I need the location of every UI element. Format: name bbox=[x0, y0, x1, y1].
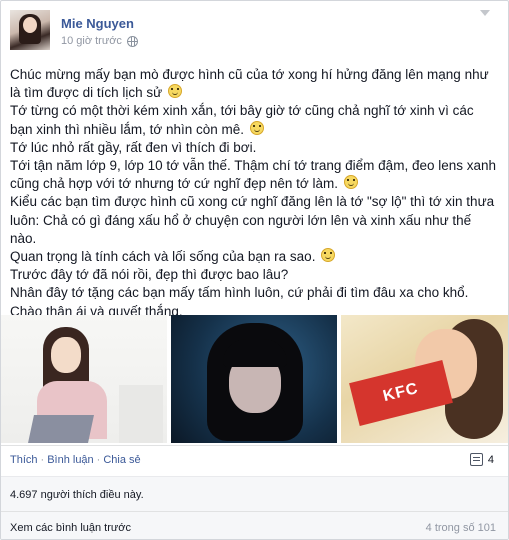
message-line: Nhân đây tớ tặng các bạn mấy tấm hình lu… bbox=[10, 284, 498, 302]
facebook-post: Mie Nguyen 10 giờ trước Chúc mừng mấy bạ… bbox=[0, 0, 509, 540]
post-message: Chúc mừng mấy bạn mò được hình cũ của tớ… bbox=[10, 66, 498, 321]
message-text: Tớ lúc nhỏ rất gầy, rất đen vì thích đi … bbox=[10, 139, 257, 155]
kfc-sign: KFC bbox=[349, 360, 453, 426]
comment-count[interactable]: 4 bbox=[469, 453, 494, 466]
message-line: Trước đây tớ đã nói rồi, đẹp thì được ba… bbox=[10, 266, 498, 284]
message-line: Tới tận năm lớp 9, lớp 10 tớ vẫn thế. Th… bbox=[10, 157, 498, 193]
comment-icon bbox=[469, 453, 483, 466]
photo-3[interactable]: KFC bbox=[341, 315, 508, 443]
photo-subject-bangs bbox=[223, 339, 287, 367]
globe-icon[interactable] bbox=[126, 35, 138, 47]
smile-icon bbox=[321, 248, 336, 263]
message-line: Kiểu các bạn tìm được hình cũ xong cứ ng… bbox=[10, 193, 498, 248]
separator: · bbox=[96, 454, 101, 466]
smile-icon bbox=[343, 175, 358, 190]
likes-bar: 4.697 người thích điều này. bbox=[1, 476, 508, 511]
photo-subject-face bbox=[51, 337, 81, 373]
message-line: Tớ lúc nhỏ rất gầy, rất đen vì thích đi … bbox=[10, 139, 498, 157]
view-previous-comments: Xem các bình luận trước 4 trong số 101 bbox=[1, 511, 508, 539]
message-line: Quan trọng là tính cách và lối sống của … bbox=[10, 248, 498, 266]
post-meta: 10 giờ trước bbox=[61, 35, 138, 47]
message-text: Quan trọng là tính cách và lối sống của … bbox=[10, 249, 316, 265]
photo-1[interactable] bbox=[1, 315, 167, 443]
comment-link[interactable]: Bình luận bbox=[47, 454, 93, 466]
comments-count: 4 trong số 101 bbox=[425, 522, 496, 534]
kfc-sign-text: KFC bbox=[381, 379, 421, 406]
photo-background bbox=[119, 385, 163, 443]
likes-text[interactable]: 4.697 người thích điều này. bbox=[10, 489, 144, 501]
share-link[interactable]: Chia sẻ bbox=[103, 454, 140, 466]
author-name[interactable]: Mie Nguyen bbox=[61, 16, 134, 31]
photo-magazine bbox=[28, 415, 94, 443]
message-text: Chúc mừng mấy bạn mò được hình cũ của tớ… bbox=[10, 67, 489, 101]
smile-icon bbox=[249, 120, 264, 135]
photo-grid: KFC bbox=[1, 315, 508, 443]
message-text: Kiểu các bạn tìm được hình cũ xong cứ ng… bbox=[10, 194, 495, 246]
message-line: Chúc mừng mấy bạn mò được hình cũ của tớ… bbox=[10, 66, 498, 102]
post-header: Mie Nguyen 10 giờ trước bbox=[10, 10, 490, 52]
avatar[interactable] bbox=[10, 10, 50, 50]
message-text: Tới tận năm lớp 9, lớp 10 tớ vẫn thế. Th… bbox=[10, 158, 497, 192]
avatar-face bbox=[23, 17, 37, 33]
separator: · bbox=[40, 454, 45, 466]
action-links: Thích · Bình luận · Chia sẻ bbox=[10, 454, 141, 466]
post-actions: Thích · Bình luận · Chia sẻ 4 bbox=[1, 445, 508, 476]
view-previous-comments-link[interactable]: Xem các bình luận trước bbox=[10, 522, 131, 534]
photo-2[interactable] bbox=[171, 315, 337, 443]
like-link[interactable]: Thích bbox=[10, 454, 38, 466]
message-line: Tớ từng có một thời kém xinh xắn, tới bâ… bbox=[10, 102, 498, 138]
message-text: Trước đây tớ đã nói rồi, đẹp thì được ba… bbox=[10, 267, 289, 283]
smile-icon bbox=[167, 84, 182, 99]
message-text: Nhân đây tớ tặng các bạn mấy tấm hình lu… bbox=[10, 285, 469, 301]
comment-count-value: 4 bbox=[487, 453, 494, 466]
message-text: Tớ từng có một thời kém xinh xắn, tới bâ… bbox=[10, 103, 474, 137]
post-timestamp[interactable]: 10 giờ trước bbox=[61, 35, 122, 47]
chevron-down-icon[interactable] bbox=[480, 10, 490, 16]
